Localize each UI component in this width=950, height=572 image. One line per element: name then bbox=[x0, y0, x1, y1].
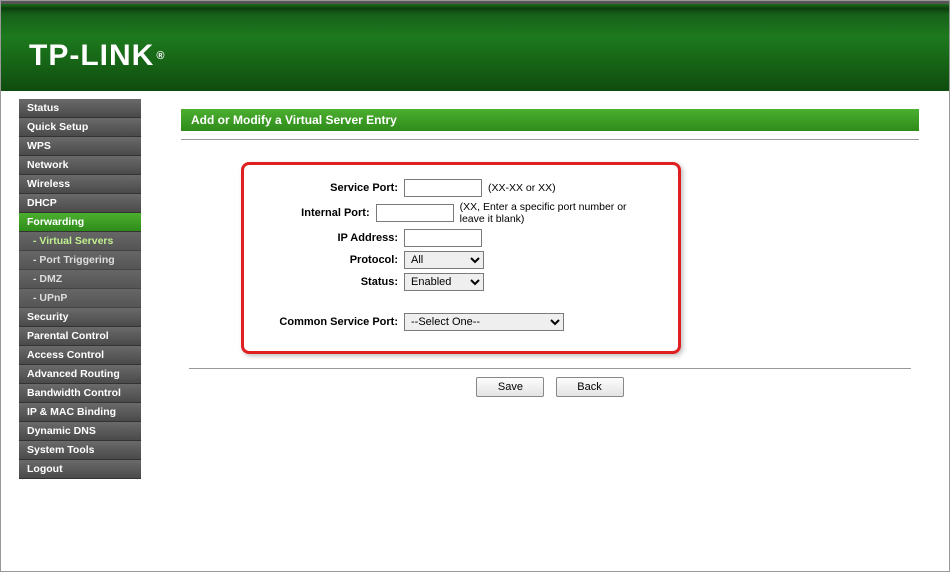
nav-security[interactable]: Security bbox=[19, 308, 141, 327]
nav-dmz[interactable]: - DMZ bbox=[19, 270, 141, 289]
nav-status[interactable]: Status bbox=[19, 99, 141, 118]
registered-mark: ® bbox=[156, 50, 165, 62]
row-protocol: Protocol: All bbox=[254, 251, 648, 269]
input-service-port[interactable] bbox=[404, 179, 482, 197]
nav-dynamic-dns[interactable]: Dynamic DNS bbox=[19, 422, 141, 441]
nav-wireless[interactable]: Wireless bbox=[19, 175, 141, 194]
nav-virtual-servers[interactable]: - Virtual Servers bbox=[19, 232, 141, 251]
hint-service-port: (XX-XX or XX) bbox=[488, 182, 556, 194]
hint-internal-port: (XX, Enter a specific port number or lea… bbox=[460, 201, 648, 225]
row-ip-address: IP Address: bbox=[254, 229, 648, 247]
nav-network[interactable]: Network bbox=[19, 156, 141, 175]
nav-bandwidth-control[interactable]: Bandwidth Control bbox=[19, 384, 141, 403]
row-service-port: Service Port: (XX-XX or XX) bbox=[254, 179, 648, 197]
divider-bottom bbox=[189, 368, 911, 369]
label-ip-address: IP Address: bbox=[254, 232, 404, 244]
page-title: Add or Modify a Virtual Server Entry bbox=[181, 109, 919, 131]
select-status[interactable]: Enabled bbox=[404, 273, 484, 291]
nav-parental-control[interactable]: Parental Control bbox=[19, 327, 141, 346]
layout: Status Quick Setup WPS Network Wireless … bbox=[1, 91, 949, 571]
nav-access-control[interactable]: Access Control bbox=[19, 346, 141, 365]
nav-dhcp[interactable]: DHCP bbox=[19, 194, 141, 213]
nav-forwarding[interactable]: Forwarding bbox=[19, 213, 141, 232]
divider-top bbox=[181, 139, 919, 140]
nav-upnp[interactable]: - UPnP bbox=[19, 289, 141, 308]
main-content: Add or Modify a Virtual Server Entry Ser… bbox=[151, 91, 949, 571]
label-common-service-port: Common Service Port: bbox=[254, 316, 404, 328]
input-internal-port[interactable] bbox=[376, 204, 454, 222]
nav-logout[interactable]: Logout bbox=[19, 460, 141, 479]
spacer bbox=[254, 295, 648, 309]
row-status: Status: Enabled bbox=[254, 273, 648, 291]
select-common-service-port[interactable]: --Select One-- bbox=[404, 313, 564, 331]
button-row: Save Back bbox=[181, 377, 919, 397]
row-internal-port: Internal Port: (XX, Enter a specific por… bbox=[254, 201, 648, 225]
nav-advanced-routing[interactable]: Advanced Routing bbox=[19, 365, 141, 384]
sidebar: Status Quick Setup WPS Network Wireless … bbox=[1, 91, 151, 571]
label-service-port: Service Port: bbox=[254, 182, 404, 194]
label-status: Status: bbox=[254, 276, 404, 288]
nav-wps[interactable]: WPS bbox=[19, 137, 141, 156]
nav-ip-mac-binding[interactable]: IP & MAC Binding bbox=[19, 403, 141, 422]
logo-text: TP-LINK bbox=[29, 39, 154, 73]
header-top-stripe bbox=[1, 1, 949, 4]
label-protocol: Protocol: bbox=[254, 254, 404, 266]
save-button[interactable]: Save bbox=[476, 377, 544, 397]
brand-logo: TP-LINK® bbox=[29, 39, 165, 73]
header: TP-LINK® bbox=[1, 1, 949, 91]
form-panel: Service Port: (XX-XX or XX) Internal Por… bbox=[241, 162, 681, 354]
row-common-service-port: Common Service Port: --Select One-- bbox=[254, 313, 648, 331]
nav-quick-setup[interactable]: Quick Setup bbox=[19, 118, 141, 137]
select-protocol[interactable]: All bbox=[404, 251, 484, 269]
nav-system-tools[interactable]: System Tools bbox=[19, 441, 141, 460]
label-internal-port: Internal Port: bbox=[254, 207, 376, 219]
back-button[interactable]: Back bbox=[556, 377, 624, 397]
nav-port-triggering[interactable]: - Port Triggering bbox=[19, 251, 141, 270]
input-ip-address[interactable] bbox=[404, 229, 482, 247]
